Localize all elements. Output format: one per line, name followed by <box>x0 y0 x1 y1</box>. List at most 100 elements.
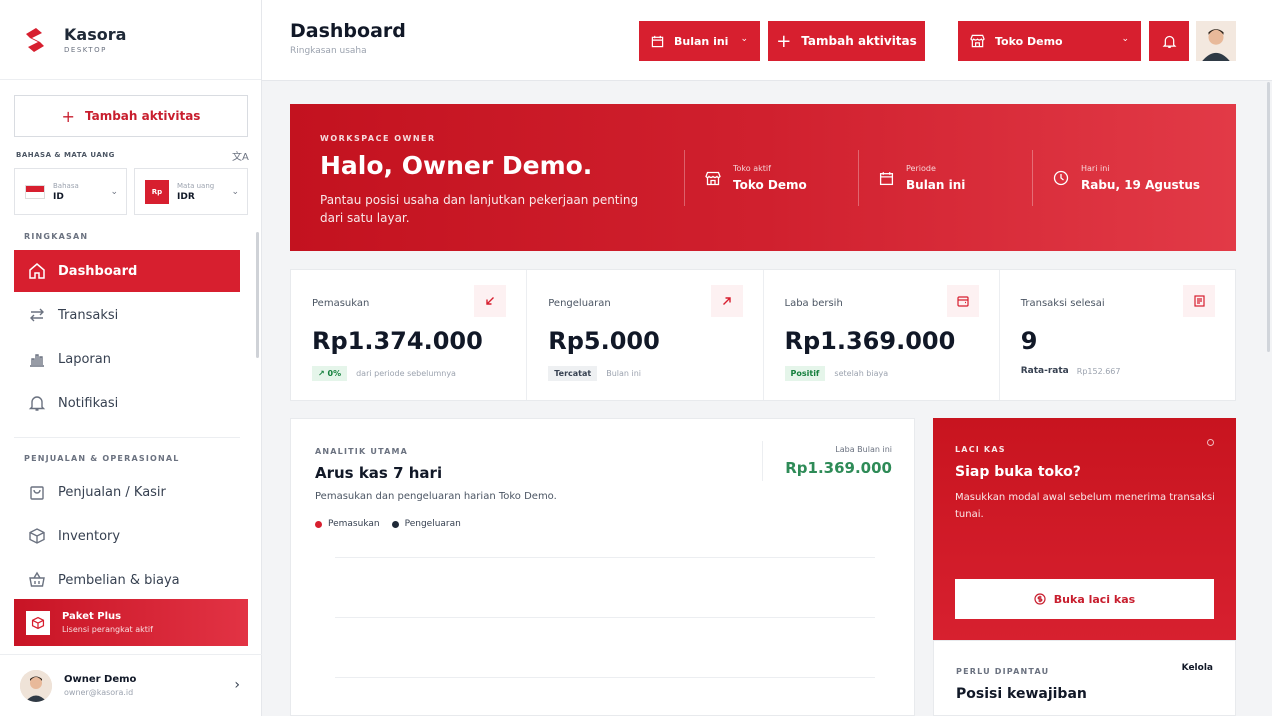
stat-expense[interactable]: Pengeluaran Rp5.000 Tercatat Bulan ini <box>527 270 764 400</box>
legend-label: Pemasukan <box>328 519 380 529</box>
period-select-button[interactable]: Bulan ini ⌄ <box>639 21 760 61</box>
legend-item-income[interactable]: Pemasukan <box>315 519 380 529</box>
store-select-button[interactable]: Toko Demo ⌄ <box>958 21 1141 61</box>
cash-drawer-description: Masukkan modal awal sebelum menerima tra… <box>955 492 1215 520</box>
sidebar-item-label: Transaksi <box>58 307 119 323</box>
sidebar-item-notifications[interactable]: Notifikasi <box>14 382 240 424</box>
sidebar-add-activity-label: Tambah aktivitas <box>84 109 201 123</box>
legend-item-expense[interactable]: Pengeluaran <box>391 519 461 529</box>
sidebar-item-purchases-expenses[interactable]: Pembelian & biaya <box>14 559 240 601</box>
brand-subtitle: DESKTOP <box>64 46 107 54</box>
translate-icon[interactable]: 文A <box>232 148 249 163</box>
sidebar-item-label: Pembelian & biaya <box>58 572 180 588</box>
hero-today: Hari ini Rabu, 19 Agustus <box>1032 150 1236 206</box>
cash-drawer-title: Siap buka toko? <box>955 464 1081 480</box>
indonesia-flag-icon <box>25 184 45 199</box>
currency-select-label: Mata uang <box>177 181 215 190</box>
sidebar-item-label: Inventory <box>58 528 121 544</box>
watchlist-kicker: PERLU DIPANTAU <box>956 667 1050 676</box>
hero-item-value: Bulan ini <box>906 178 966 192</box>
section-label-operations: PENJUALAN & OPERASIONAL <box>24 454 180 463</box>
period-select-label: Bulan ini <box>674 34 729 48</box>
hero-item-value: Rabu, 19 Agustus <box>1081 178 1201 192</box>
stat-completed-transactions[interactable]: Transaksi selesai 9 Rata-rata Rp152.667 <box>1000 270 1235 400</box>
stat-label: Laba bersih <box>784 298 843 309</box>
stat-value: Rp1.374.000 <box>312 327 483 355</box>
sidebar-item-inventory[interactable]: Inventory <box>14 515 240 557</box>
add-activity-button[interactable]: + Tambah aktivitas <box>768 21 925 61</box>
currency-badge: Rp <box>145 179 169 204</box>
page-scrollbar[interactable] <box>1267 82 1270 352</box>
hero-item-label: Toko aktif <box>733 164 771 173</box>
status-dot-icon <box>1207 439 1214 446</box>
avatar <box>20 669 52 702</box>
legend-label: Pengeluaran <box>404 519 461 529</box>
open-cash-drawer-button[interactable]: Buka laci kas <box>955 579 1214 619</box>
monthly-profit: Laba Bulan ini Rp1.369.000 <box>762 441 892 481</box>
sidebar-item-reports[interactable]: Laporan <box>14 338 240 380</box>
manage-link[interactable]: Kelola <box>1182 663 1213 673</box>
calendar-icon <box>879 171 894 186</box>
stat-label: Pengeluaran <box>548 298 611 309</box>
chart-gridline <box>335 677 875 678</box>
trend-chip-value: 0% <box>327 369 342 378</box>
sidebar-item-label: Penjualan / Kasir <box>58 484 166 500</box>
cashflow-description: Pemasukan dan pengeluaran harian Toko De… <box>315 491 557 502</box>
watchlist-card: PERLU DIPANTAU Kelola Posisi kewajiban <box>933 640 1236 716</box>
brand[interactable]: Kasora DESKTOP <box>0 0 261 80</box>
sidebar-item-transactions[interactable]: Transaksi <box>14 294 240 336</box>
sidebar-item-sales-cashier[interactable]: Penjualan / Kasir <box>14 471 240 513</box>
arrows-swap-icon <box>28 306 46 324</box>
stat-note: dari periode sebelumnya <box>356 369 456 378</box>
cashflow-card: ANALITIK UTAMA Arus kas 7 hari Pemasukan… <box>290 418 915 716</box>
chevron-down-icon: ⌄ <box>110 187 118 197</box>
coin-icon <box>1034 593 1046 605</box>
sidebar-item-label: Notifikasi <box>58 395 119 411</box>
hero-item-value: Toko Demo <box>733 178 807 192</box>
monthly-profit-value: Rp1.369.000 <box>785 459 892 477</box>
currency-select-value: IDR <box>177 191 195 202</box>
plan-banner[interactable]: Paket Plus Lisensi perangkat aktif <box>14 599 248 646</box>
hero-active-store: Toko aktif Toko Demo <box>684 150 858 206</box>
watchlist-title: Posisi kewajiban <box>956 686 1087 702</box>
store-icon <box>705 171 721 186</box>
plan-title: Paket Plus <box>62 611 122 622</box>
add-activity-label: Tambah aktivitas <box>801 34 917 48</box>
hero-item-label: Hari ini <box>1081 164 1110 173</box>
kasora-logo-icon <box>18 22 52 57</box>
currency-select[interactable]: Rp Mata uang IDR ⌄ <box>134 168 248 215</box>
stat-net-profit[interactable]: Laba bersih Rp1.369.000 Positif setelah … <box>764 270 1000 400</box>
page-subtitle: Ringkasan usaha <box>290 46 367 56</box>
chart-gridline <box>335 617 875 618</box>
welcome-hero: WORKSPACE OWNER Halo, Owner Demo. Pantau… <box>290 104 1236 251</box>
top-header: Dashboard Ringkasan usaha Bulan ini ⌄ + … <box>262 0 1272 81</box>
header-avatar[interactable] <box>1196 21 1236 61</box>
stat-income[interactable]: Pemasukan Rp1.374.000 ↗ 0% dari periode … <box>291 270 528 400</box>
bar-chart-icon <box>28 350 46 368</box>
trend-chip: ↗ 0% <box>312 366 348 381</box>
language-select-value: ID <box>53 191 64 202</box>
page-title: Dashboard <box>290 20 406 42</box>
plus-icon: + <box>61 106 75 126</box>
box-icon <box>28 527 46 545</box>
sidebar-item-label: Laporan <box>58 351 111 367</box>
open-cash-drawer-label: Buka laci kas <box>1053 592 1136 606</box>
language-select[interactable]: Bahasa ID ⌄ <box>14 168 127 215</box>
sidebar-user-profile[interactable]: Owner Demo owner@kasora.id › <box>0 654 262 716</box>
stat-value: 9 <box>1020 327 1038 355</box>
sidebar-scrollbar[interactable] <box>256 232 259 358</box>
sidebar-add-activity-button[interactable]: + Tambah aktivitas <box>14 95 248 137</box>
sidebar-item-dashboard[interactable]: Dashboard <box>14 250 240 292</box>
chart-gridline <box>335 557 875 558</box>
bell-icon <box>28 394 46 412</box>
stats-row: Pemasukan Rp1.374.000 ↗ 0% dari periode … <box>290 269 1236 401</box>
hero-item-label: Periode <box>906 164 936 173</box>
chevron-right-icon: › <box>234 677 240 693</box>
notifications-button[interactable] <box>1149 21 1189 61</box>
arrow-up-right-icon <box>710 285 743 317</box>
stat-average-label: Rata-rata <box>1020 366 1069 376</box>
hero-kicker: WORKSPACE OWNER <box>320 134 436 143</box>
arrow-down-left-icon <box>474 285 507 317</box>
stat-note: setelah biaya <box>834 369 889 378</box>
stat-label: Pemasukan <box>312 298 370 309</box>
